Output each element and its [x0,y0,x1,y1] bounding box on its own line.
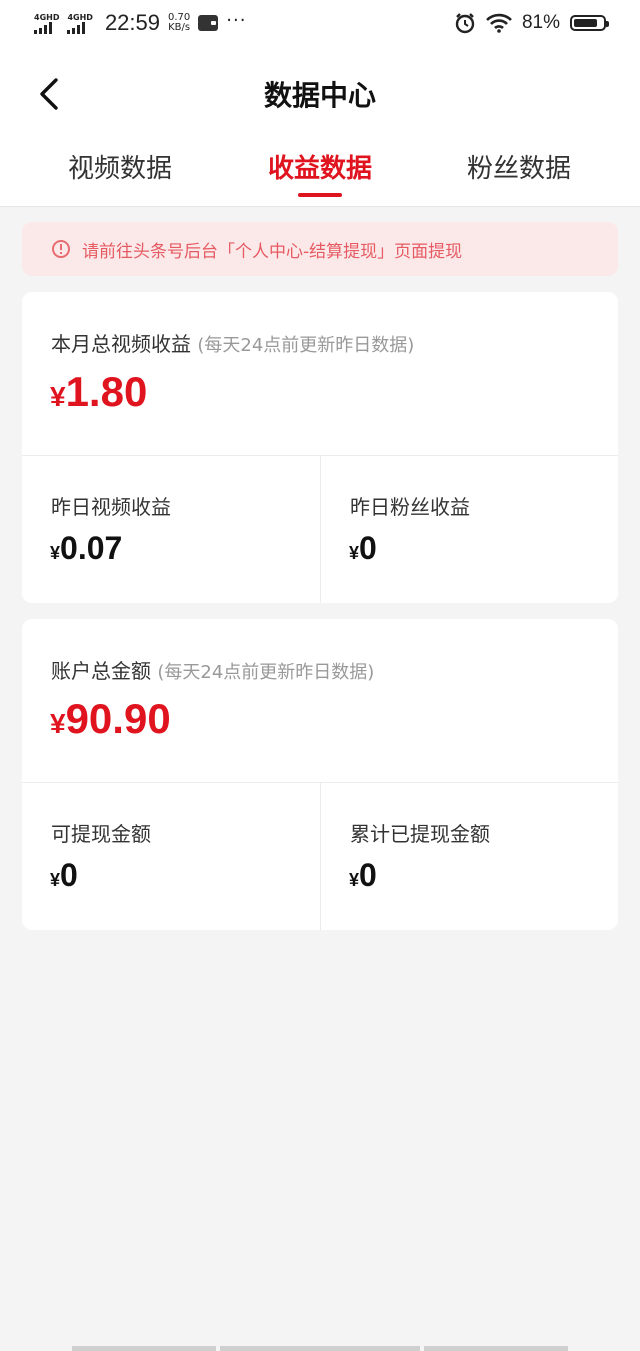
currency-symbol: ¥ [50,870,61,890]
notice-text: 请前往头条号后台「个人中心-结算提现」页面提现 [82,241,463,262]
signal-indicator-2: 4GHD [67,12,93,34]
app-header: 数据中心 视频数据 收益数据 粉丝数据 [0,52,640,207]
yesterday-video-income-amount: 0.07 [60,530,123,566]
monthly-income-amount: 1.80 [65,368,148,415]
signal-bars-icon [67,21,86,34]
wallet-icon [198,15,219,31]
wifi-icon [486,13,512,33]
tab-income-data[interactable]: 收益数据 [230,148,410,185]
battery-icon [570,15,609,31]
withdrawable-amount-value: ¥0 [50,857,78,894]
withdrawable-amount: 0 [60,857,78,893]
signal-bars-icon [34,21,52,34]
tab-fans-data[interactable]: 粉丝数据 [429,148,609,185]
yesterday-fans-income-amount: 0 [359,530,377,566]
withdrawable-amount-label: 可提现金额 [51,822,151,846]
yesterday-video-income-value: ¥0.07 [50,530,122,567]
nav-bar-segment [72,1346,216,1351]
divider [320,455,321,603]
currency-symbol: ¥ [349,543,360,563]
signal-indicator-1: 4GHD [34,13,59,34]
network-type-2: 4GHD [67,12,93,22]
yesterday-fans-income-value: ¥0 [349,530,377,567]
status-bar: 4GHD 4GHD 22:59 0.70 KB/s ··· 81% [0,0,640,52]
total-withdrawn-label: 累计已提现金额 [350,822,490,846]
yesterday-video-income-label: 昨日视频收益 [51,495,171,519]
alarm-icon [455,13,475,34]
tab-video-data[interactable]: 视频数据 [30,148,210,185]
monthly-income-title: 本月总视频收益 [51,332,191,356]
currency-symbol: ¥ [50,381,66,412]
network-type-1: 4GHD [34,12,60,22]
account-total-label: 账户总金额 (每天24点前更新昨日数据) [51,655,374,684]
nav-bar-segment [220,1346,420,1351]
monthly-income-hint: (每天24点前更新昨日数据) [197,335,415,356]
account-total-title: 账户总金额 [51,659,151,683]
monthly-income-label: 本月总视频收益 (每天24点前更新昨日数据) [51,328,414,357]
withdraw-notice: 请前往头条号后台「个人中心-结算提现」页面提现 [22,222,618,276]
alert-circle-icon [52,240,70,258]
active-tab-indicator [298,193,342,197]
account-total-value: ¥90.90 [50,695,171,743]
currency-symbol: ¥ [349,870,360,890]
clock: 22:59 [104,10,160,35]
currency-symbol: ¥ [50,543,61,563]
nav-bar-segment [424,1346,568,1351]
account-total-hint: (每天24点前更新昨日数据) [157,662,375,683]
currency-symbol: ¥ [50,708,66,739]
tab-bar: 视频数据 收益数据 粉丝数据 [0,148,640,198]
battery-percent: 81% [521,12,560,33]
total-withdrawn-amount: 0 [359,857,377,893]
more-notifications-icon: ··· [226,9,247,31]
divider [320,782,321,930]
monthly-income-card: 本月总视频收益 (每天24点前更新昨日数据) ¥1.80 昨日视频收益 ¥0.0… [22,292,618,603]
account-total-card: 账户总金额 (每天24点前更新昨日数据) ¥90.90 可提现金额 ¥0 累计已… [22,619,618,930]
speed-unit: KB/s [168,22,191,33]
account-total-amount: 90.90 [65,695,171,742]
page-title: 数据中心 [263,79,376,112]
yesterday-fans-income-label: 昨日粉丝收益 [350,495,470,519]
network-speed: 0.70 KB/s [168,13,190,33]
monthly-income-value: ¥1.80 [50,368,147,416]
total-withdrawn-value: ¥0 [349,857,377,894]
battery-fill [574,19,597,27]
